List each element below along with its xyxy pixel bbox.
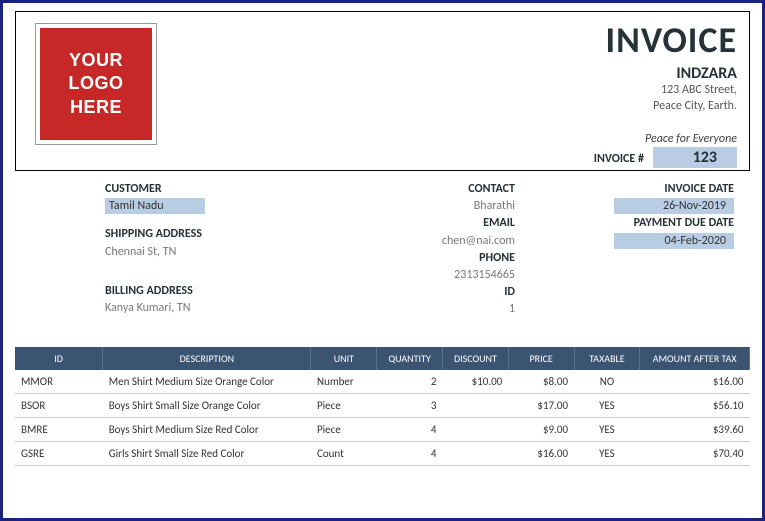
customer-name: Tamil Nadu — [105, 198, 205, 214]
table-row: MMORMen Shirt Medium Size Orange ColorNu… — [15, 370, 750, 394]
cell-id: BMRE — [15, 417, 103, 441]
logo-text: YOUR LOGO HERE — [40, 49, 152, 119]
cell-description: Men Shirt Medium Size Orange Color — [103, 370, 311, 394]
col-quantity: QUANTITY — [377, 347, 443, 370]
col-amount: AMOUNT AFTER TAX — [640, 347, 750, 370]
phone-label: PHONE — [315, 250, 515, 266]
col-price: PRICE — [508, 347, 574, 370]
invoice-date-value: 26-Nov-2019 — [614, 198, 734, 214]
table-header-row: ID DESCRIPTION UNIT QUANTITY DISCOUNT PR… — [15, 347, 750, 370]
email-value: chen@nai.com — [315, 233, 515, 249]
logo-placeholder: YOUR LOGO HERE — [36, 24, 156, 144]
cell-unit: Piece — [311, 417, 377, 441]
cell-discount — [443, 393, 509, 417]
table-row: GSREGirls Shirt Small Size Red ColorCoun… — [15, 441, 750, 465]
cell-quantity: 3 — [377, 393, 443, 417]
cell-id: MMOR — [15, 370, 103, 394]
cell-discount: $10.00 — [443, 370, 509, 394]
cell-taxable: NO — [574, 370, 640, 394]
col-description: DESCRIPTION — [103, 347, 311, 370]
cell-amount: $70.40 — [640, 441, 750, 465]
cell-price: $9.00 — [508, 417, 574, 441]
customer-column: CUSTOMER Tamil Nadu SHIPPING ADDRESS Che… — [105, 181, 315, 319]
header-right: INVOICE INDZARA 123 ABC Street, Peace Ci… — [606, 18, 737, 146]
cell-unit: Count — [311, 441, 377, 465]
cell-price: $8.00 — [508, 370, 574, 394]
cell-price: $17.00 — [508, 393, 574, 417]
company-tagline: Peace for Everyone — [606, 132, 737, 146]
cell-unit: Piece — [311, 393, 377, 417]
cell-amount: $56.10 — [640, 393, 750, 417]
table-row: BSORBoys Shirt Small Size Orange ColorPi… — [15, 393, 750, 417]
invoice-date-label: INVOICE DATE — [515, 181, 734, 197]
cell-taxable: YES — [574, 441, 640, 465]
company-name: INDZARA — [606, 64, 737, 83]
phone-value: 2313154665 — [315, 267, 515, 283]
customer-label: CUSTOMER — [105, 181, 315, 197]
cell-discount — [443, 417, 509, 441]
invoice-page: YOUR LOGO HERE INVOICE INDZARA 123 ABC S… — [0, 0, 765, 521]
due-date-label: PAYMENT DUE DATE — [515, 215, 734, 231]
cell-quantity: 2 — [377, 370, 443, 394]
col-unit: UNIT — [311, 347, 377, 370]
line-items-table: ID DESCRIPTION UNIT QUANTITY DISCOUNT PR… — [15, 347, 750, 466]
cell-id: GSRE — [15, 441, 103, 465]
cell-id: BSOR — [15, 393, 103, 417]
billing-label: BILLING ADDRESS — [105, 283, 315, 299]
cell-discount — [443, 441, 509, 465]
id-label: ID — [315, 284, 515, 300]
header-box: YOUR LOGO HERE INVOICE INDZARA 123 ABC S… — [15, 11, 750, 171]
cell-quantity: 4 — [377, 441, 443, 465]
table-row: BMREBoys Shirt Medium Size Red ColorPiec… — [15, 417, 750, 441]
invoice-number-row: INVOICE # 123 — [594, 147, 737, 168]
company-addr1: 123 ABC Street, — [606, 83, 737, 99]
email-label: EMAIL — [315, 215, 515, 231]
dates-column: INVOICE DATE 26-Nov-2019 PAYMENT DUE DAT… — [515, 181, 738, 319]
invoice-number-label: INVOICE # — [594, 152, 644, 166]
col-taxable: TAXABLE — [574, 347, 640, 370]
invoice-number-value: 123 — [653, 147, 737, 168]
shipping-label: SHIPPING ADDRESS — [105, 226, 315, 242]
cell-quantity: 4 — [377, 417, 443, 441]
due-date-value: 04-Feb-2020 — [614, 233, 734, 249]
billing-address: Kanya Kumari, TN — [105, 300, 315, 316]
details-section: CUSTOMER Tamil Nadu SHIPPING ADDRESS Che… — [15, 177, 750, 329]
contact-label: CONTACT — [315, 181, 515, 197]
invoice-title: INVOICE — [606, 18, 737, 62]
col-discount: DISCOUNT — [443, 347, 509, 370]
cell-description: Boys Shirt Medium Size Red Color — [103, 417, 311, 441]
id-value: 1 — [315, 301, 515, 317]
col-id: ID — [15, 347, 103, 370]
contact-name: Bharathi — [315, 198, 515, 214]
contact-column: CONTACT Bharathi EMAIL chen@nai.com PHON… — [315, 181, 515, 319]
cell-unit: Number — [311, 370, 377, 394]
cell-price: $16.00 — [508, 441, 574, 465]
cell-description: Boys Shirt Small Size Orange Color — [103, 393, 311, 417]
cell-amount: $16.00 — [640, 370, 750, 394]
cell-amount: $39.60 — [640, 417, 750, 441]
cell-taxable: YES — [574, 417, 640, 441]
shipping-address: Chennai St, TN — [105, 244, 315, 260]
company-addr2: Peace City, Earth. — [606, 99, 737, 115]
cell-description: Girls Shirt Small Size Red Color — [103, 441, 311, 465]
cell-taxable: YES — [574, 393, 640, 417]
